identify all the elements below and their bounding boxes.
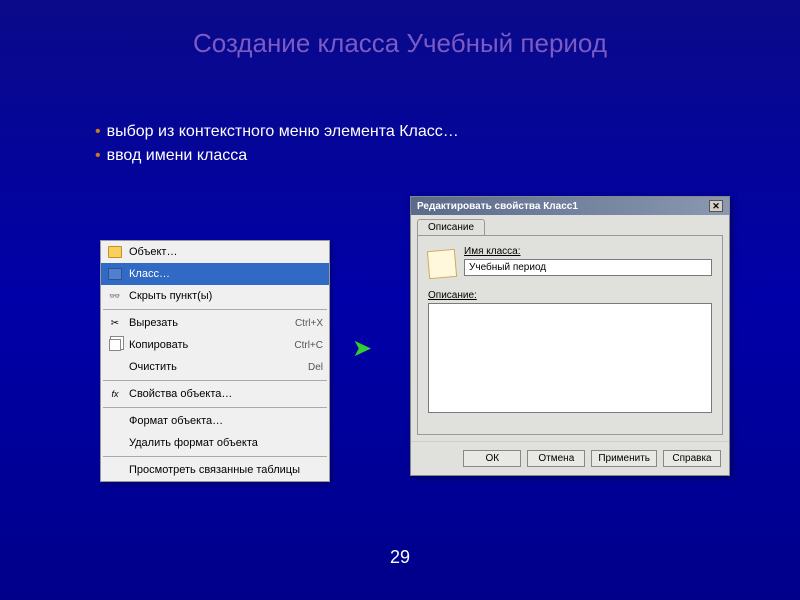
menu-item-hide[interactable]: Скрыть пункт(ы) [101, 285, 329, 307]
blank-icon [107, 413, 123, 429]
dialog-buttons: ОК Отмена Применить Справка [411, 441, 729, 475]
help-button[interactable]: Справка [663, 450, 721, 467]
slide-title: Создание класса Учебный период [0, 0, 800, 59]
page-number: 29 [390, 547, 410, 568]
menu-item-class[interactable]: Класс… [101, 263, 329, 285]
menu-shortcut: Ctrl+X [295, 318, 323, 329]
blank-icon [107, 435, 123, 451]
dialog-tabs: Описание [411, 215, 729, 235]
menu-label: Копировать [129, 339, 294, 351]
menu-label: Скрыть пункт(ы) [129, 290, 323, 302]
folder-icon [107, 244, 123, 260]
menu-separator [103, 309, 327, 310]
dialog-body: Имя класса: Описание: [417, 235, 723, 435]
description-label: Описание: [428, 290, 712, 301]
blank-icon [107, 462, 123, 478]
class-name-input[interactable] [464, 259, 712, 276]
menu-item-copy[interactable]: Копировать Ctrl+C [101, 334, 329, 356]
menu-item-cut[interactable]: Вырезать Ctrl+X [101, 312, 329, 334]
tab-description[interactable]: Описание [417, 219, 485, 235]
close-button[interactable]: ✕ [709, 200, 723, 212]
name-label: Имя класса: [464, 246, 712, 257]
dialog-titlebar[interactable]: Редактировать свойства Класс1 ✕ [411, 197, 729, 215]
menu-label: Просмотреть связанные таблицы [129, 464, 323, 476]
ok-button[interactable]: ОК [463, 450, 521, 467]
menu-item-object[interactable]: Объект… [101, 241, 329, 263]
dialog-title: Редактировать свойства Класс1 [417, 201, 578, 212]
menu-item-clear[interactable]: Очистить Del [101, 356, 329, 378]
menu-label: Класс… [129, 268, 323, 280]
document-icon [427, 249, 457, 279]
menu-label: Удалить формат объекта [129, 437, 323, 449]
bullet-item: •выбор из контекстного меню элемента Кла… [95, 120, 459, 144]
menu-separator [103, 456, 327, 457]
blank-icon [107, 359, 123, 375]
menu-label: Очистить [129, 361, 308, 373]
bullet-item: •ввод имени класса [95, 144, 459, 168]
menu-label: Вырезать [129, 317, 295, 329]
menu-item-props[interactable]: Свойства объекта… [101, 383, 329, 405]
folder-icon [107, 266, 123, 282]
menu-shortcut: Ctrl+C [294, 340, 323, 351]
bullet-text: ввод имени класса [107, 147, 248, 164]
properties-dialog: Редактировать свойства Класс1 ✕ Описание… [410, 196, 730, 476]
bullet-list: •выбор из контекстного меню элемента Кла… [95, 120, 459, 168]
glasses-icon [107, 288, 123, 304]
menu-label: Формат объекта… [129, 415, 323, 427]
description-textarea[interactable] [428, 303, 712, 413]
menu-label: Свойства объекта… [129, 388, 323, 400]
arrow-icon: ➤ [352, 334, 372, 363]
context-menu: Объект… Класс… Скрыть пункт(ы) Вырезать … [100, 240, 330, 482]
menu-label: Объект… [129, 246, 323, 258]
bullet-text: выбор из контекстного меню элемента Клас… [107, 123, 459, 140]
apply-button[interactable]: Применить [591, 450, 657, 467]
menu-item-format[interactable]: Формат объекта… [101, 410, 329, 432]
menu-item-delformat[interactable]: Удалить формат объекта [101, 432, 329, 454]
menu-separator [103, 407, 327, 408]
fx-icon [107, 386, 123, 402]
scissors-icon [107, 315, 123, 331]
menu-shortcut: Del [308, 362, 323, 373]
copy-icon [107, 337, 123, 353]
menu-separator [103, 380, 327, 381]
cancel-button[interactable]: Отмена [527, 450, 585, 467]
menu-item-related[interactable]: Просмотреть связанные таблицы [101, 459, 329, 481]
